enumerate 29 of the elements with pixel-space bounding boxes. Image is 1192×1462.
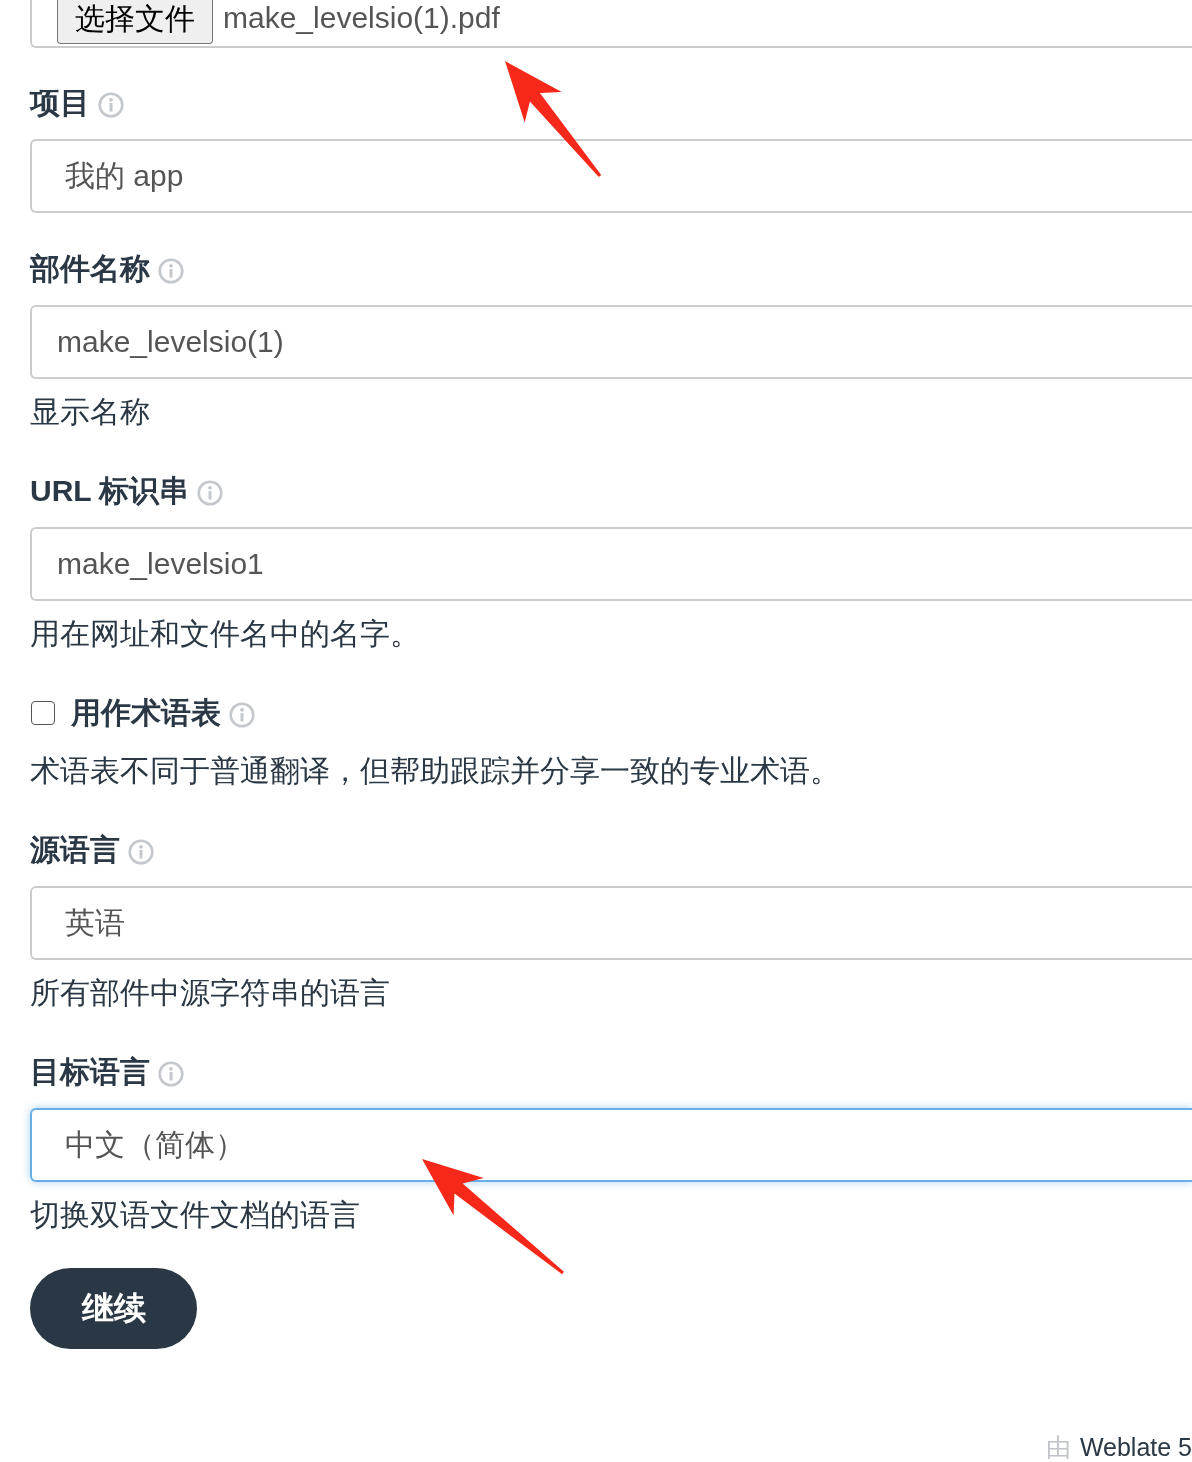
info-icon[interactable] (158, 258, 184, 284)
file-name-text: make_levelsio(1).pdf (223, 0, 500, 36)
info-icon[interactable] (128, 839, 154, 865)
select-field[interactable]: 英语 (30, 886, 1192, 960)
field-label: 源语言 (30, 832, 120, 868)
info-icon[interactable] (229, 702, 255, 728)
field-label: 部件名称 (30, 251, 150, 287)
info-icon[interactable] (98, 92, 124, 118)
help-text: 所有部件中源字符串的语言 (30, 975, 391, 1011)
choose-file-button[interactable]: 选择文件 (57, 0, 213, 44)
help-text: 切换双语文件文档的语言 (30, 1197, 361, 1233)
field-label: 目标语言 (30, 1054, 150, 1090)
input-field[interactable]: make_levelsio(1) (30, 305, 1192, 379)
info-icon[interactable] (158, 1061, 184, 1087)
file-input-field[interactable]: 选择文件 make_levelsio(1).pdf (30, 0, 1192, 48)
checkbox[interactable] (31, 701, 55, 725)
help-text: 用在网址和文件名中的名字。 (30, 616, 421, 652)
info-icon[interactable] (197, 480, 224, 506)
select-field[interactable]: 我的 app (30, 139, 1192, 213)
field-label: 用作术语表 (71, 695, 221, 731)
input-field[interactable]: make_levelsio1 (30, 527, 1192, 601)
continue-button[interactable]: 继续 (30, 1268, 197, 1349)
help-text: 显示名称 (30, 394, 151, 430)
help-text: 术语表不同于普通翻译，但帮助跟踪并分享一致的专业术语。 (30, 753, 841, 789)
footer-text: 由 (1045, 1432, 1071, 1462)
footer-link[interactable]: Weblate 5 (1079, 1432, 1192, 1462)
field-label: URL 标识串 (30, 473, 190, 509)
select-field[interactable]: 中文（简体） (30, 1108, 1192, 1182)
field-label: 项目 (30, 85, 90, 121)
